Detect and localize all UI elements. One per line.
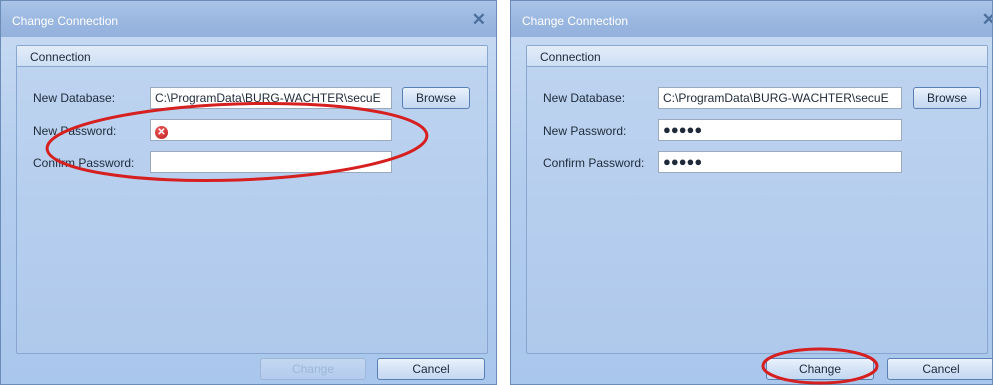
change-button[interactable]: Change (766, 358, 874, 380)
new-password-field[interactable]: ✕ (150, 119, 392, 141)
group-header: Connection (17, 46, 487, 67)
change-connection-dialog-error: Change Connection ✕ Connection New Datab… (0, 0, 497, 385)
cancel-button[interactable]: Cancel (377, 358, 485, 380)
title-bar: Change Connection ✕ (1, 1, 496, 37)
group-label: Connection (30, 50, 91, 64)
group-header: Connection (527, 46, 987, 67)
dialog-title: Change Connection (12, 14, 119, 28)
confirm-password-field[interactable]: ●●●●● (658, 151, 902, 173)
new-database-label: New Database: (33, 91, 116, 105)
confirm-password-label: Confirm Password: (33, 156, 135, 170)
confirm-password-label: Confirm Password: (543, 156, 645, 170)
new-database-field[interactable]: C:\ProgramData\BURG-WACHTER\secuE (658, 87, 902, 109)
close-icon[interactable]: ✕ (982, 10, 992, 30)
new-password-label: New Password: (543, 124, 627, 138)
close-icon[interactable]: ✕ (472, 10, 486, 30)
new-password-label: New Password: (33, 124, 117, 138)
change-connection-dialog-ok: Change Connection ✕ Connection New Datab… (510, 0, 993, 385)
new-database-label: New Database: (543, 91, 626, 105)
error-icon: ✕ (155, 126, 168, 139)
group-label: Connection (540, 50, 601, 64)
dialog-title: Change Connection (522, 14, 629, 28)
confirm-password-field[interactable] (150, 151, 392, 173)
browse-button[interactable]: Browse (913, 87, 981, 109)
cancel-button[interactable]: Cancel (887, 358, 992, 380)
browse-button[interactable]: Browse (402, 87, 470, 109)
title-bar: Change Connection ✕ (511, 1, 992, 37)
new-database-field[interactable]: C:\ProgramData\BURG-WACHTER\secuE (150, 87, 392, 109)
change-button[interactable]: Change (260, 358, 366, 380)
new-password-field[interactable]: ●●●●● (658, 119, 902, 141)
